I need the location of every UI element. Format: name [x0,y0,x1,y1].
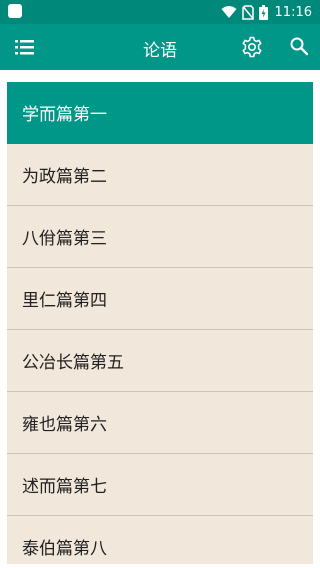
settings-button[interactable] [240,35,264,59]
status-bar: 11:16 [0,0,320,24]
content-area: 学而篇第一 为政篇第二 八佾篇第三 里仁篇第四 公冶长篇第五 雍也篇第六 述而篇第七 泰伯篇第… [0,70,320,568]
app-bar: 论语 [0,24,320,70]
settings-gear-icon [242,36,262,58]
chapter-list-item[interactable]: 里仁篇第四 [7,268,313,330]
page-title: 论语 [143,41,177,61]
status-icons: 11:16 [221,3,312,21]
search-button[interactable] [289,36,309,56]
menu-icon [15,40,34,55]
chapter-list-item[interactable]: 学而篇第一 [7,82,313,144]
wifi-icon [221,6,237,18]
bottom-edge [0,564,320,568]
chapter-list-item[interactable]: 述而篇第七 [7,454,313,516]
menu-button[interactable] [14,37,36,57]
notification-icon [8,4,22,18]
no-sim-icon [241,4,254,20]
battery-icon [258,4,268,20]
search-icon [290,37,309,56]
chapter-list-item[interactable]: 为政篇第二 [7,144,313,206]
chapter-list-item[interactable]: 公冶长篇第五 [7,330,313,392]
chapter-list: 学而篇第一 为政篇第二 八佾篇第三 里仁篇第四 公冶长篇第五 雍也篇第六 述而篇第七 泰伯篇第… [7,82,313,568]
phone-screen: 11:16 论语 学而篇第一 为政篇第二 八佾篇第三 里仁篇第四 公冶长篇第五 … [0,0,320,568]
chapter-list-item[interactable]: 泰伯篇第八 [7,516,313,568]
status-time: 11:16 [274,4,312,20]
chapter-list-item[interactable]: 雍也篇第六 [7,392,313,454]
chapter-list-item[interactable]: 八佾篇第三 [7,206,313,268]
